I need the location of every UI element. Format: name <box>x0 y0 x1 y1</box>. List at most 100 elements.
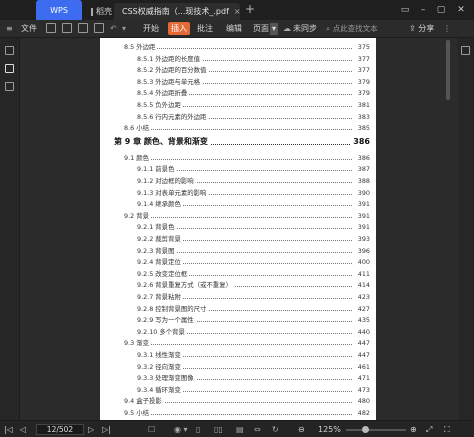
toc-entry-page: 377 <box>355 53 370 64</box>
more-arrow-icon[interactable]: ▾ <box>122 22 126 36</box>
toc-leader-dots <box>134 129 352 131</box>
tab-annotate[interactable]: 批注 <box>197 22 213 36</box>
toc-entry[interactable]: 9.1.3 对表单元素的影响 390 <box>100 187 376 200</box>
toc-entry[interactable]: 9.2 背景 391 <box>100 210 376 223</box>
toc-entry-page: 391 <box>355 199 370 210</box>
first-page-icon[interactable]: |◁ <box>4 423 13 436</box>
tab-page[interactable]: 页面 <box>253 22 269 36</box>
toc-entry-page: 379 <box>355 76 370 87</box>
minimize-icon[interactable]: – <box>416 3 430 17</box>
zoom-slider-track[interactable] <box>346 429 406 431</box>
tab-start[interactable]: 开始 <box>143 22 159 36</box>
bookmark-panel-icon[interactable] <box>5 46 14 55</box>
toc-entry[interactable]: 9.1 颜色 386 <box>100 152 376 165</box>
undo-icon[interactable]: ↶ <box>110 22 117 36</box>
toc-entry[interactable]: 9.1.1 前景色 387 <box>100 164 376 176</box>
double-page-icon[interactable]: ▯▯ <box>214 423 223 436</box>
maximize-icon[interactable]: ▢ <box>434 3 448 17</box>
toc-leader-dots <box>134 402 352 404</box>
toc-entry-title: 8.5.4 外边距折叠 <box>137 88 190 99</box>
zoom-in-icon[interactable]: ⊕ <box>410 423 417 436</box>
toc-entry[interactable]: 8.5.6 行内元素的外边距 383 <box>100 111 376 124</box>
tab-daoke-label: 稻壳 <box>96 7 112 16</box>
print-icon[interactable] <box>78 23 88 33</box>
zoom-out-icon[interactable]: ⊖ <box>298 423 305 436</box>
close-window-icon[interactable]: ✕ <box>454 3 468 17</box>
open-folder-icon[interactable] <box>46 23 56 33</box>
toc-entry[interactable]: 9.5 小结 482 <box>100 408 376 420</box>
toc-entry[interactable]: 9.2.5 改变定位框 411 <box>100 268 376 281</box>
prev-page-icon[interactable]: ◁ <box>20 423 26 436</box>
vertical-scrollbar[interactable] <box>446 40 450 100</box>
toc-entry[interactable]: 8.5.5 负外边距 381 <box>100 100 376 112</box>
toc-entry-page: 387 <box>355 164 370 175</box>
tab-edit[interactable]: 编辑 <box>226 22 242 36</box>
sync-status[interactable]: 未同步 <box>293 22 317 36</box>
toc-entry-page: 386 <box>355 152 370 163</box>
toc-entry[interactable]: 9.4 盒子投影 480 <box>100 396 376 408</box>
thumbnail-panel-icon[interactable] <box>5 64 14 73</box>
toc-entry[interactable]: 9.3.2 径向渐变 461 <box>100 361 376 374</box>
toc-entry[interactable]: 9.2.8 控制背景图的尺寸 427 <box>100 303 376 316</box>
toc-leader-dots <box>147 170 352 172</box>
toc-leader-dots <box>134 48 352 49</box>
toc-leader-dots <box>134 216 352 218</box>
fullscreen-icon[interactable]: ⛶ <box>444 423 450 436</box>
toc-entry[interactable]: 9.3.1 线性渐变 447 <box>100 350 376 362</box>
toc-entry[interactable]: 9.1.2 对边框的影响 388 <box>100 176 376 188</box>
continuous-page-icon[interactable]: ▤ <box>236 423 244 436</box>
toc-entry[interactable]: 9.2.10 多个背景 440 <box>100 326 376 339</box>
toc-entry[interactable]: 9.2.3 背景图 396 <box>100 245 376 258</box>
toc-leader-dots <box>134 414 352 415</box>
toc-entry[interactable]: 9.2.2 裁剪背景 393 <box>100 234 376 246</box>
toc-entry[interactable]: 8.5.1 外边距的长度值 377 <box>100 53 376 66</box>
next-page-icon[interactable]: ▷ <box>88 423 94 436</box>
window-layout-icon[interactable]: ▭ <box>398 3 412 17</box>
toc-entry[interactable]: 8.5 外边距 375 <box>100 42 376 54</box>
search-box[interactable]: ⌕ 点此查找文本 <box>326 23 406 35</box>
tab-insert[interactable]: 插入 <box>168 22 190 35</box>
toc-entry[interactable]: 9.2.7 背景粘附 423 <box>100 292 376 304</box>
tab-pdf-document[interactable]: CSS权威指南（...现技术_.pdf × <box>114 3 241 20</box>
export-icon[interactable] <box>94 23 104 33</box>
toc-entry[interactable]: 9.2.4 背景定位 400 <box>100 257 376 269</box>
toc-entry-page: 391 <box>355 210 370 221</box>
zoom-level[interactable]: 125% <box>318 423 341 436</box>
more-tabs-icon[interactable]: ▾ <box>270 23 279 35</box>
rotate-icon[interactable]: ↻ <box>272 423 279 436</box>
toc-chapter-entry[interactable]: 第 9 章 颜色、背景和渐变 386 <box>100 136 376 152</box>
toc-entry[interactable]: 9.2.1 背景色 391 <box>100 222 376 234</box>
toc-entry[interactable]: 8.5.2 外边距的百分数值 377 <box>100 65 376 77</box>
toc-entry[interactable]: 9.3.4 循环渐变 473 <box>100 384 376 397</box>
toc-entry[interactable]: 9.2.6 背景重复方式（或不重复） 414 <box>100 280 376 292</box>
toc-entry[interactable]: 9.3.3 处理渐变图像 471 <box>100 373 376 385</box>
toc-entry-page: 400 <box>355 257 370 268</box>
annotation-panel-icon[interactable] <box>5 82 14 91</box>
eye-mode-icon[interactable]: ◉ ▾ <box>174 423 188 436</box>
save-icon[interactable] <box>62 23 72 33</box>
fit-width-icon[interactable]: ⇔ <box>254 423 261 436</box>
tab-daoke[interactable]: 稻壳 <box>86 3 116 20</box>
close-tab-icon[interactable]: × <box>234 7 241 16</box>
zoom-slider-knob[interactable] <box>362 426 369 433</box>
properties-icon[interactable] <box>461 46 470 55</box>
toc-entry[interactable]: 8.5.4 外边距折叠 379 <box>100 88 376 100</box>
page-number-input[interactable]: 12/502 <box>36 424 84 435</box>
file-menu[interactable]: 文件 <box>21 22 37 36</box>
toc-entry[interactable]: 9.3 渐变 447 <box>100 338 376 350</box>
single-page-icon[interactable]: ▯ <box>196 423 200 436</box>
toc-entry[interactable]: 9.2.9 写为一个属性 435 <box>100 315 376 327</box>
toc-entry[interactable]: 8.6 小结 385 <box>100 123 376 135</box>
hamburger-menu-icon[interactable]: ≡ <box>6 22 13 36</box>
share-button[interactable]: ⇪ 分享 <box>409 22 434 36</box>
toc-entry[interactable]: 8.5.3 外边距与单元格 379 <box>100 76 376 89</box>
more-options-icon[interactable]: ⋮ <box>443 22 451 36</box>
fit-page-icon[interactable]: ⤢ <box>426 423 432 436</box>
toc-entry-title: 8.5.6 行内元素的外边距 <box>137 111 209 122</box>
toc-entry-page: 447 <box>355 338 370 349</box>
new-tab-icon[interactable]: + <box>245 3 255 15</box>
toc-entry[interactable]: 9.1.4 继承颜色 391 <box>100 199 376 211</box>
read-mode-icon[interactable]: ☐ <box>148 423 155 436</box>
last-page-icon[interactable]: ▷| <box>102 423 111 436</box>
tab-wps[interactable]: WPS <box>36 0 82 20</box>
